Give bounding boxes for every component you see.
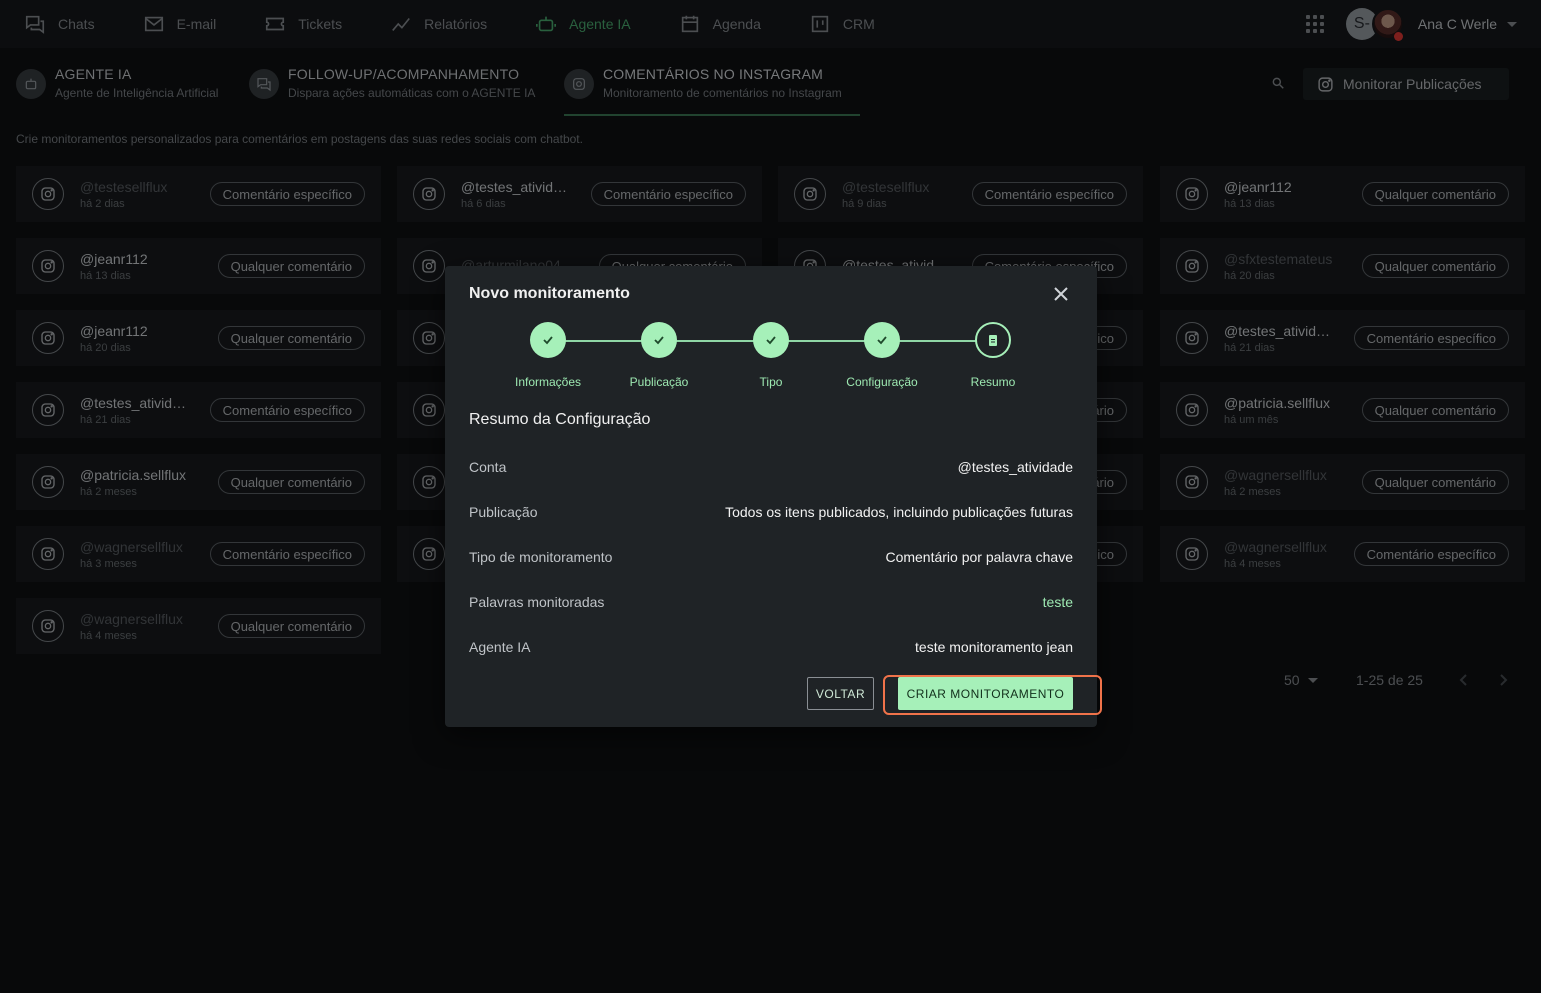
summary-value: teste monitoramento jean xyxy=(915,639,1073,655)
clipboard-icon xyxy=(989,335,997,346)
check-icon xyxy=(766,336,776,345)
summary-value: Todos os itens publicados, incluindo pub… xyxy=(725,504,1073,520)
step-label: Publicação xyxy=(629,375,689,389)
summary-label: Conta xyxy=(469,459,507,475)
summary-label: Publicação xyxy=(469,504,538,520)
step-label: Informações xyxy=(514,375,582,389)
summary-value: teste xyxy=(1042,594,1073,610)
new-monitor-dialog: Novo monitoramento Informações Publicaçã… xyxy=(445,266,1097,727)
check-icon xyxy=(654,336,664,345)
dialog-title: Novo monitoramento xyxy=(469,285,630,302)
step-resumo[interactable] xyxy=(975,322,1011,358)
close-icon[interactable] xyxy=(1053,286,1069,302)
step-label: Configuração xyxy=(846,375,918,389)
step-label: Tipo xyxy=(759,375,783,389)
step-configuracao[interactable] xyxy=(864,322,900,358)
summary-label: Palavras monitoradas xyxy=(469,594,605,610)
highlight-box xyxy=(883,675,1102,715)
check-icon xyxy=(877,336,887,345)
summary-title: Resumo da Configuração xyxy=(469,411,651,428)
step-tipo[interactable] xyxy=(753,322,789,358)
step-label: Resumo xyxy=(970,375,1016,389)
summary-label: Tipo de monitoramento xyxy=(469,549,613,565)
back-button[interactable]: VOLTAR xyxy=(807,677,874,710)
summary-label: Agente IA xyxy=(469,639,531,655)
summary-value: Comentário por palavra chave xyxy=(885,549,1073,565)
summary-value: @testes_atividade xyxy=(957,459,1073,475)
step-publicacao[interactable] xyxy=(641,322,677,358)
step-informacoes[interactable] xyxy=(530,322,566,358)
check-icon xyxy=(543,336,553,345)
